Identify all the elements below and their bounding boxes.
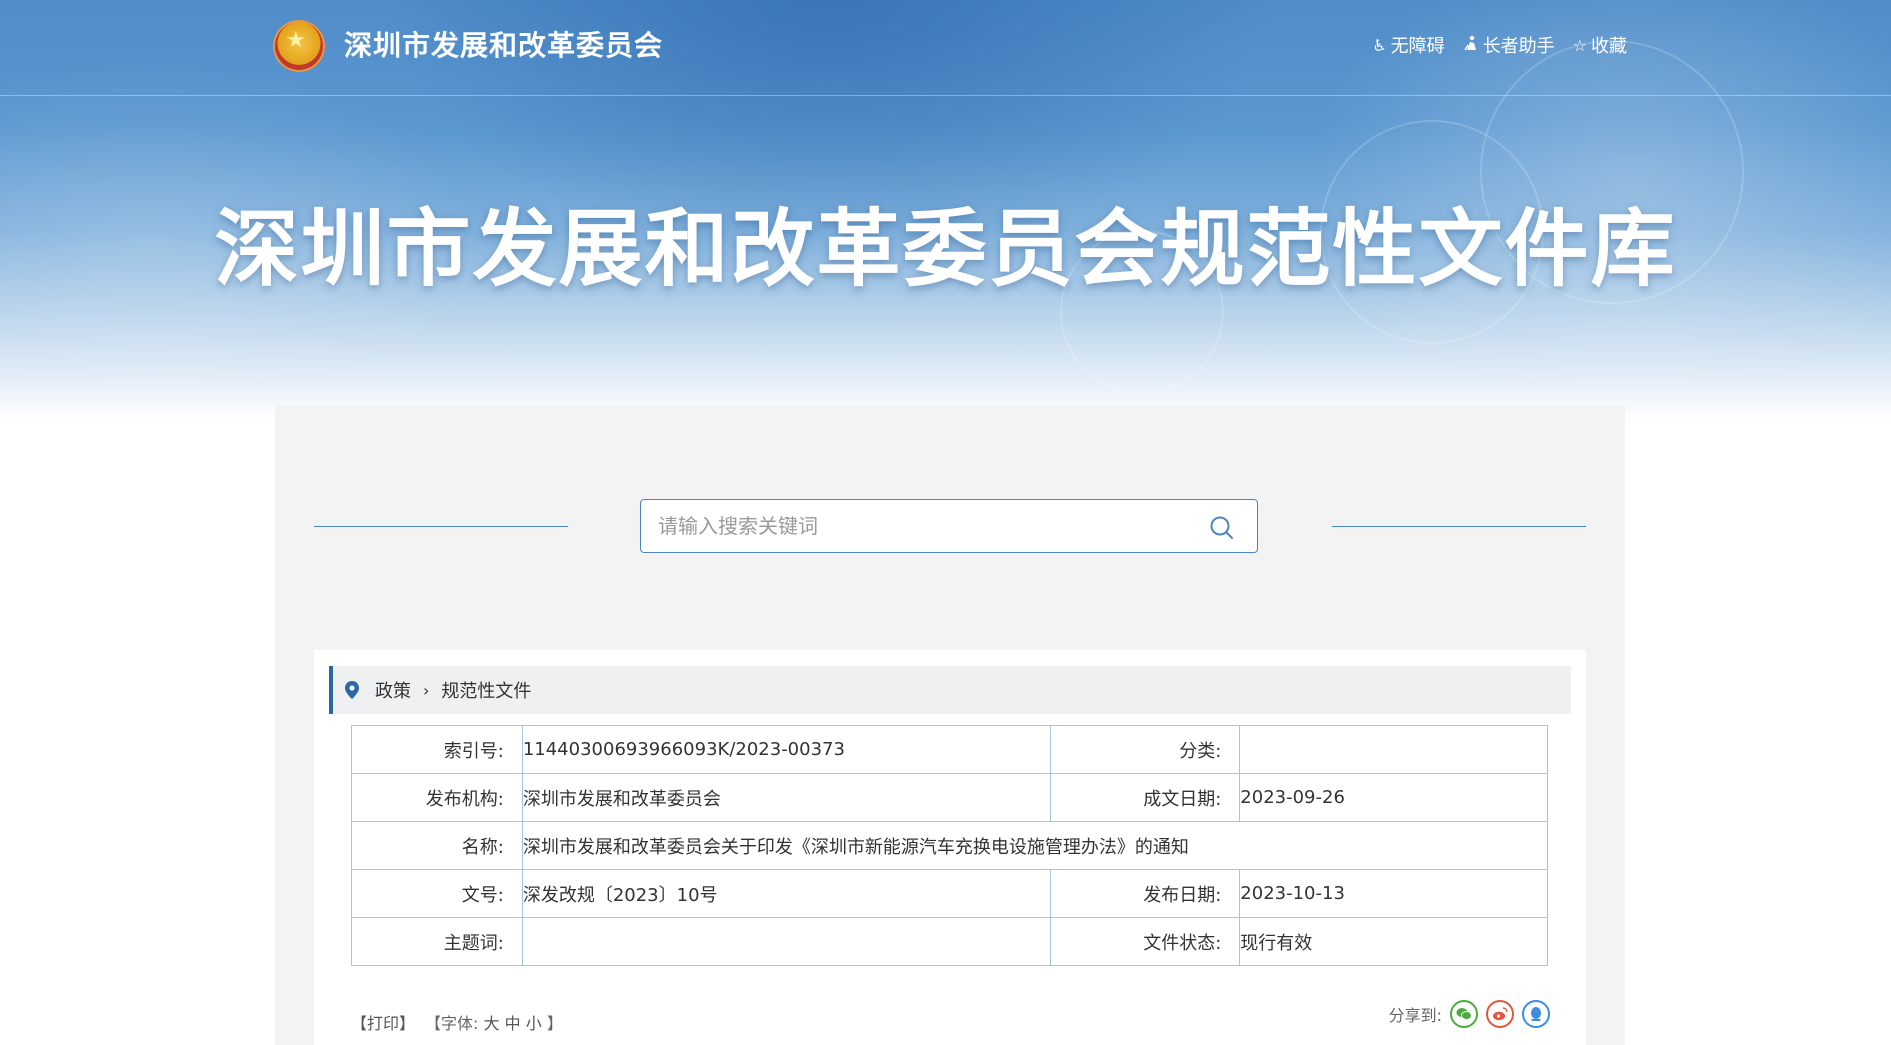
share-qq-button[interactable] — [1522, 1000, 1550, 1028]
document-content: 政策 › 规范性文件 索引号: 11440300693966093K/2023-… — [314, 650, 1586, 1045]
emblem-logo[interactable]: ★ — [273, 20, 325, 72]
font-medium-button[interactable]: 中 — [505, 1014, 521, 1033]
doc-no-value: 深发改规〔2023〕10号 — [521, 869, 1052, 918]
search-icon — [1210, 516, 1233, 539]
elder-assist-button[interactable]: 长者助手 — [1463, 32, 1555, 58]
publish-date-label: 发布日期: — [1050, 869, 1241, 918]
status-label: 文件状态: — [1050, 917, 1241, 966]
share-label: 分享到: — [1388, 1006, 1442, 1025]
share-bar: 分享到: — [1389, 1000, 1550, 1028]
search-button[interactable] — [1209, 515, 1235, 541]
font-size-group: 【字体: 大 中 小 】 — [425, 1010, 563, 1034]
publisher-value: 深圳市发展和改革委员会 — [521, 773, 1052, 822]
page-tools: 【打印】 【字体: 大 中 小 】 — [351, 1010, 563, 1034]
main-panel: 政策 › 规范性文件 索引号: 11440300693966093K/2023-… — [275, 405, 1625, 1045]
category-label: 分类: — [1050, 725, 1241, 774]
written-date-value: 2023-09-26 — [1239, 773, 1548, 822]
star-emblem-icon: ★ — [286, 28, 306, 53]
keywords-label: 主题词: — [351, 917, 523, 966]
name-label: 名称: — [351, 821, 523, 870]
doc-no-label: 文号: — [351, 869, 523, 918]
written-date-label: 成文日期: — [1050, 773, 1241, 822]
wechat-icon — [1456, 1008, 1472, 1020]
keywords-value — [521, 917, 1052, 966]
search-divider-right — [1332, 526, 1586, 527]
elder-assist-icon — [1463, 35, 1479, 55]
publish-date-value: 2023-10-13 — [1239, 869, 1548, 918]
status-value: 现行有效 — [1239, 917, 1548, 966]
qq-icon — [1531, 1007, 1541, 1021]
font-large-button[interactable]: 大 — [484, 1014, 500, 1033]
index-no-label: 索引号: — [351, 725, 523, 774]
index-no-value: 11440300693966093K/2023-00373 — [521, 725, 1052, 774]
accessibility-label: 无障碍 — [1390, 36, 1445, 57]
document-metadata-table: 索引号: 11440300693966093K/2023-00373 分类: 发… — [351, 725, 1549, 966]
favorite-button[interactable]: ☆ 收藏 — [1573, 32, 1627, 58]
search-box — [640, 499, 1258, 553]
star-icon: ☆ — [1572, 35, 1587, 55]
header-divider — [0, 95, 1891, 96]
accessibility-button[interactable]: ♿ 无障碍 — [1372, 32, 1444, 58]
header-banner: ★ 深圳市发展和改革委员会 ♿ 无障碍 长者助手 ☆ 收藏 深圳市发展和改革委员… — [0, 0, 1891, 420]
banner-title: 深圳市发展和改革委员会规范性文件库 — [214, 200, 1677, 298]
font-small-button[interactable]: 小 — [526, 1014, 542, 1033]
table-row: 发布机构: 深圳市发展和改革委员会 成文日期: 2023-09-26 — [351, 773, 1548, 822]
site-name[interactable]: 深圳市发展和改革委员会 — [344, 26, 663, 66]
print-button[interactable]: 【打印】 — [351, 1010, 415, 1034]
favorite-label: 收藏 — [1591, 36, 1627, 57]
accessibility-icon: ♿ — [1372, 35, 1387, 55]
breadcrumb-item-policy[interactable]: 政策 — [375, 677, 411, 703]
weibo-icon — [1493, 1007, 1508, 1021]
location-pin-icon — [345, 681, 359, 699]
header-tools: ♿ 无障碍 长者助手 ☆ 收藏 — [1372, 32, 1627, 58]
chevron-right-icon: › — [423, 680, 430, 700]
breadcrumb-item-normative-docs[interactable]: 规范性文件 — [441, 677, 531, 703]
font-size-prefix: 【字体: — [425, 1014, 479, 1033]
search-divider-left — [314, 526, 568, 527]
table-row: 名称: 深圳市发展和改革委员会关于印发《深圳市新能源汽车充换电设施管理办法》的通… — [351, 821, 1549, 870]
share-weibo-button[interactable] — [1486, 1000, 1514, 1028]
elder-assist-label: 长者助手 — [1482, 36, 1555, 57]
font-size-suffix: 】 — [546, 1014, 563, 1033]
search-input[interactable] — [641, 500, 1178, 552]
table-row: 主题词: 文件状态: 现行有效 — [351, 917, 1548, 966]
publisher-label: 发布机构: — [351, 773, 523, 822]
table-row: 索引号: 11440300693966093K/2023-00373 分类: — [351, 725, 1548, 774]
category-value — [1239, 725, 1548, 774]
share-wechat-button[interactable] — [1450, 1000, 1478, 1028]
name-value: 深圳市发展和改革委员会关于印发《深圳市新能源汽车充换电设施管理办法》的通知 — [521, 821, 1549, 870]
breadcrumb: 政策 › 规范性文件 — [329, 666, 1571, 714]
table-row: 文号: 深发改规〔2023〕10号 发布日期: 2023-10-13 — [351, 869, 1548, 918]
